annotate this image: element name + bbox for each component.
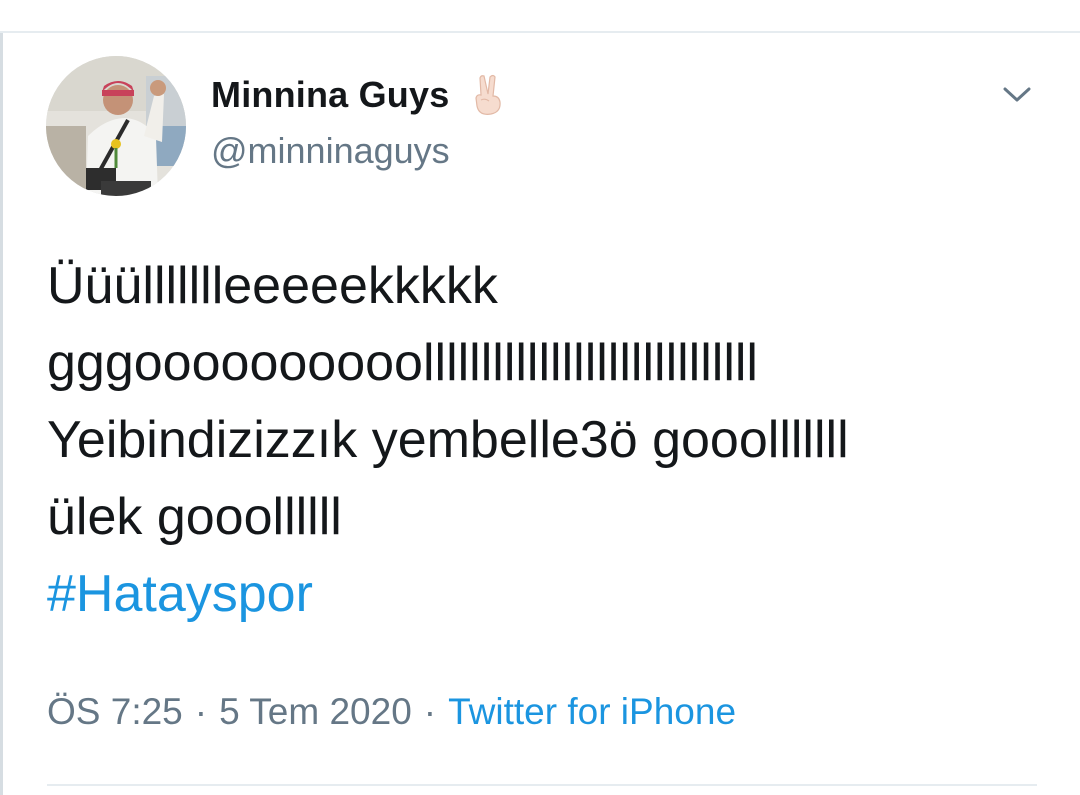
- tweet-date[interactable]: 5 Tem 2020: [219, 691, 412, 733]
- hashtag-link[interactable]: #Hatayspor: [47, 565, 313, 623]
- tweet-meta: ÖS 7:25 · 5 Tem 2020 · Twitter for iPhon…: [47, 691, 736, 733]
- avatar-photo: [46, 56, 186, 196]
- tweet-text-line: gggoooooooooolllllllllllllllllllllllllll…: [47, 334, 758, 392]
- top-bar: [0, 0, 1080, 33]
- meta-separator: ·: [194, 691, 208, 732]
- tweet-time[interactable]: ÖS 7:25: [47, 691, 183, 733]
- display-name[interactable]: Minnina Guys: [211, 74, 449, 116]
- meta-separator: ·: [423, 691, 437, 732]
- tweet-text-line: Yeibindizizzık yembelle3ö gooolllllll: [47, 411, 849, 469]
- tweet-source-link[interactable]: Twitter for iPhone: [448, 691, 736, 733]
- avatar[interactable]: [46, 56, 186, 196]
- chevron-down-icon[interactable]: [995, 73, 1039, 117]
- tweet-text: Üüüllllllleeeeekkkkk gggoooooooooollllll…: [47, 248, 1067, 633]
- tweet-text-line: Üüüllllllleeeeekkkkk: [47, 257, 498, 315]
- tweet-card: Minnina Guys @minninaguys Üüüllllllleeee…: [3, 33, 1080, 795]
- victory-hand-emoji-icon: [471, 74, 505, 116]
- tweet-text-line: ülek gooollllll: [47, 488, 342, 546]
- user-handle[interactable]: @minninaguys: [211, 130, 450, 172]
- author-name-row: Minnina Guys: [211, 73, 505, 117]
- divider: [47, 784, 1037, 786]
